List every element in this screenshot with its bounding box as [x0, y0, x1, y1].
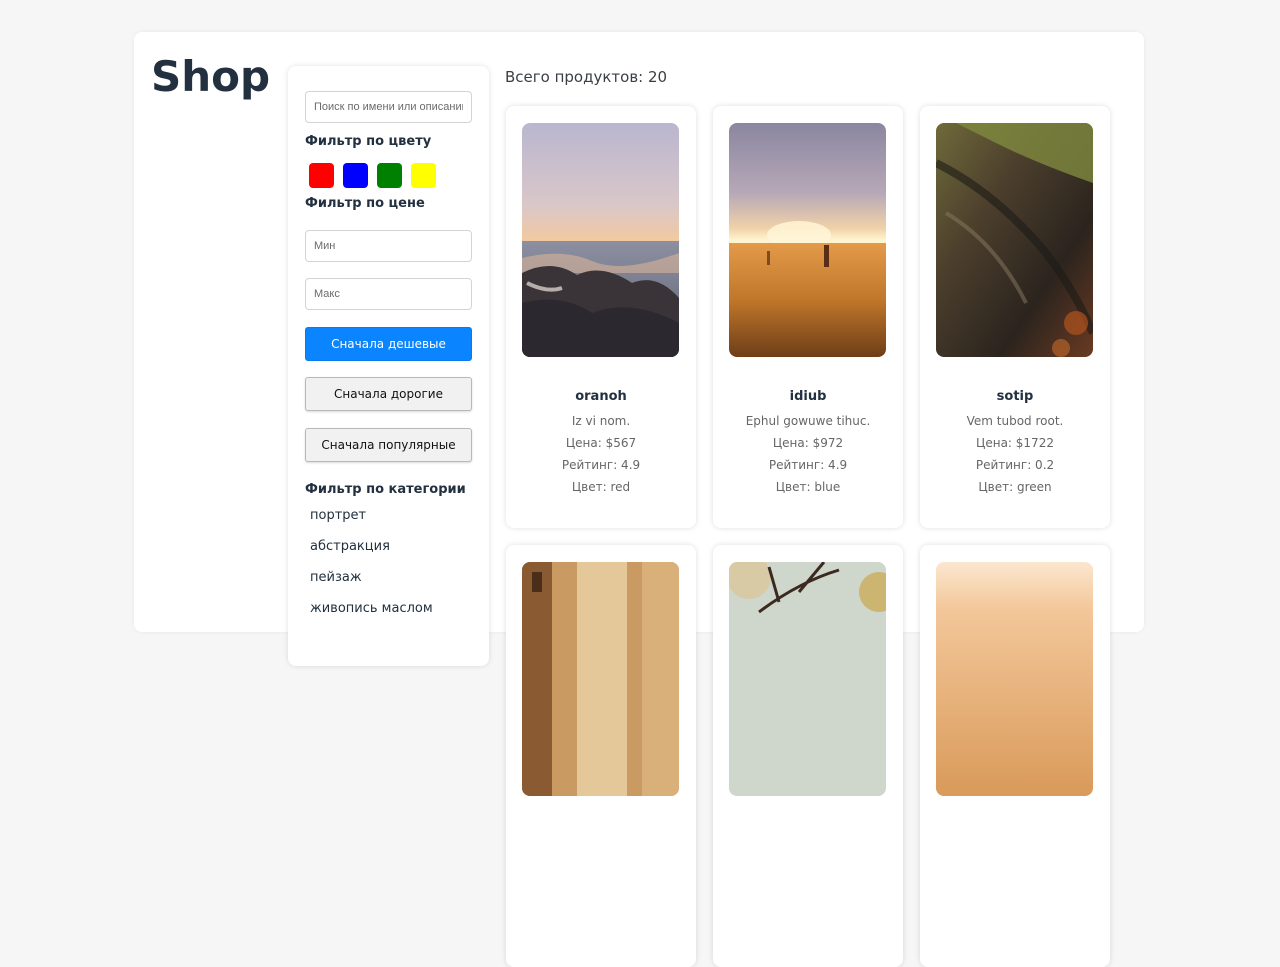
price-max-input[interactable]: [305, 278, 472, 310]
product-card[interactable]: [506, 545, 696, 967]
color-swatch-blue[interactable]: [343, 163, 368, 188]
product-color: Цвет: green: [978, 480, 1052, 494]
product-image[interactable]: [936, 123, 1093, 357]
category-filter-title: Фильтр по категории: [305, 482, 466, 497]
product-image[interactable]: [936, 562, 1093, 796]
product-rating: Рейтинг: 4.9: [768, 458, 848, 472]
product-color: Цвет: blue: [775, 480, 841, 494]
search-input[interactable]: [305, 91, 472, 123]
shop-logo: Shop: [151, 52, 271, 101]
product-image[interactable]: [522, 123, 679, 357]
category-item-oil-painting[interactable]: живопись маслом: [310, 601, 433, 616]
category-item-portrait[interactable]: портрет: [310, 508, 366, 523]
product-name: sotip: [996, 389, 1034, 404]
category-item-landscape[interactable]: пейзаж: [310, 570, 362, 585]
product-description: Iz vi nom.: [571, 414, 631, 428]
price-min-input[interactable]: [305, 230, 472, 262]
color-swatches: [309, 163, 436, 188]
sort-cheap-button[interactable]: Сначала дешевые: [305, 327, 472, 361]
product-card[interactable]: [713, 545, 903, 967]
product-image[interactable]: [729, 562, 886, 796]
price-filter-title: Фильтр по цене: [305, 196, 425, 211]
product-rating: Рейтинг: 4.9: [561, 458, 641, 472]
product-description: Vem tubod root.: [966, 414, 1064, 428]
sort-popular-button[interactable]: Сначала популярные: [305, 428, 472, 462]
color-filter-title: Фильтр по цвету: [305, 134, 432, 149]
product-price: Цена: $567: [565, 436, 637, 450]
product-name: idiub: [789, 389, 827, 404]
product-card[interactable]: sotip Vem tubod root. Цена: $1722 Рейтин…: [920, 106, 1110, 528]
product-image[interactable]: [729, 123, 886, 357]
color-swatch-red[interactable]: [309, 163, 334, 188]
product-name: oranoh: [575, 389, 627, 404]
product-card[interactable]: oranoh Iz vi nom. Цена: $567 Рейтинг: 4.…: [506, 106, 696, 528]
color-swatch-yellow[interactable]: [411, 163, 436, 188]
product-image[interactable]: [522, 562, 679, 796]
product-card[interactable]: [920, 545, 1110, 967]
product-card[interactable]: idiub Ephul gowuwe tihuc. Цена: $972 Рей…: [713, 106, 903, 528]
product-price: Цена: $972: [772, 436, 844, 450]
filters-sidebar: Фильтр по цвету Фильтр по цене Сначала д…: [288, 66, 489, 666]
page-container: Shop Фильтр по цвету Фильтр по цене Снач…: [134, 32, 1144, 967]
product-color: Цвет: red: [571, 480, 631, 494]
product-description: Ephul gowuwe tihuc.: [745, 414, 871, 428]
product-price: Цена: $1722: [976, 436, 1054, 450]
category-item-abstraction[interactable]: абстракция: [310, 539, 390, 554]
products-count: Всего продуктов: 20: [505, 68, 668, 86]
product-rating: Рейтинг: 0.2: [975, 458, 1055, 472]
sort-expensive-button[interactable]: Сначала дорогие: [305, 377, 472, 411]
color-swatch-green[interactable]: [377, 163, 402, 188]
